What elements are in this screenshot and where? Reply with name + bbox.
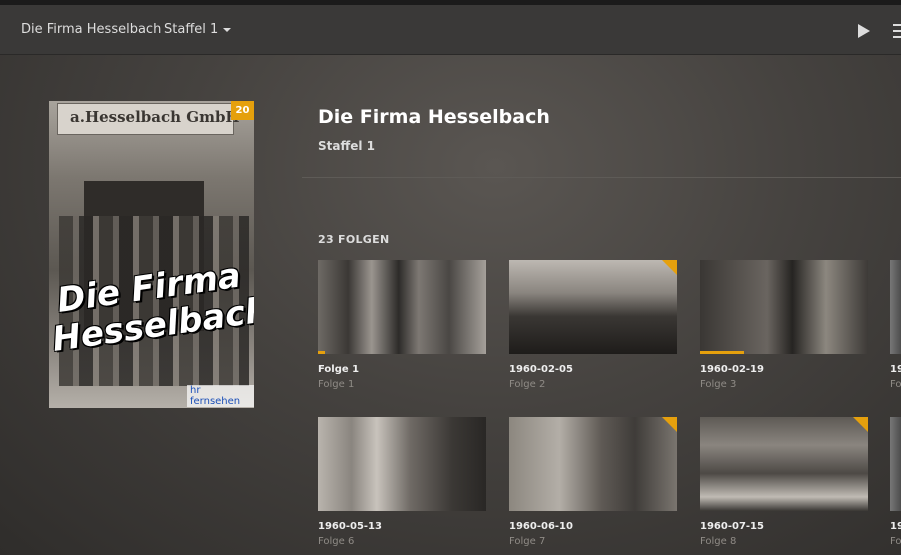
season-select-label: Staffel 1 [164, 22, 219, 37]
episode-subtitle: Folge 8 [700, 536, 737, 547]
episode-thumbnail[interactable] [318, 417, 486, 511]
episode-title[interactable]: 19 [890, 521, 901, 532]
episode-title[interactable]: 19 [890, 364, 901, 375]
episode-thumbnail[interactable] [700, 260, 868, 354]
breadcrumb-show-title[interactable]: Die Firma Hesselbach [21, 22, 161, 37]
episode-card[interactable]: 1960-05-13 Folge 6 [318, 417, 486, 547]
episode-thumbnail[interactable] [509, 417, 677, 511]
episode-subtitle: Folge 2 [509, 379, 546, 390]
episode-count: 23 FOLGEN [318, 233, 390, 246]
top-bar: Die Firma Hesselbach Staffel 1 [0, 5, 901, 55]
season-select[interactable]: Staffel 1 [164, 22, 232, 37]
season-poster[interactable]: a.Hesselbach GmbH Die Firma Hesselbach h… [49, 101, 254, 408]
unwatched-ribbon [662, 417, 677, 432]
episode-title[interactable]: 1960-02-19 [700, 364, 868, 375]
episode-subtitle: Folge 1 [318, 379, 355, 390]
episode-subtitle: Folge 7 [509, 536, 546, 547]
progress-bar [318, 351, 325, 354]
progress-bar [700, 351, 744, 354]
episode-thumbnail[interactable] [318, 260, 486, 354]
season-subtitle: Staffel 1 [318, 139, 375, 153]
episode-card[interactable]: 19 Fo [890, 417, 901, 547]
episode-subtitle: Fo [890, 536, 901, 547]
poster-brand: hr fernsehen [187, 385, 254, 407]
episode-title[interactable]: 1960-05-13 [318, 521, 486, 532]
episode-title[interactable]: Folge 1 [318, 364, 486, 375]
more-icon[interactable] [893, 24, 901, 38]
page-title[interactable]: Die Firma Hesselbach [318, 106, 550, 128]
episode-card[interactable]: 1960-02-05 Folge 2 [509, 260, 677, 390]
episode-card[interactable]: 19 Fo [890, 260, 901, 390]
poster-sign-text: a.Hesselbach GmbH [70, 108, 240, 126]
episode-card[interactable]: 1960-06-10 Folge 7 [509, 417, 677, 547]
episode-subtitle: Folge 6 [318, 536, 355, 547]
episode-title[interactable]: 1960-02-05 [509, 364, 677, 375]
episode-subtitle: Fo [890, 379, 901, 390]
episode-thumbnail[interactable] [890, 260, 901, 354]
episode-title[interactable]: 1960-07-15 [700, 521, 868, 532]
episode-card[interactable]: 1960-02-19 Folge 3 [700, 260, 868, 390]
episode-thumbnail[interactable] [890, 417, 901, 511]
unwatched-ribbon [853, 417, 868, 432]
unwatched-ribbon [662, 260, 677, 275]
play-icon[interactable] [858, 24, 870, 38]
episode-card[interactable]: Folge 1 Folge 1 [318, 260, 486, 390]
episode-subtitle: Folge 3 [700, 379, 737, 390]
chevron-down-icon [223, 27, 232, 32]
episode-title[interactable]: 1960-06-10 [509, 521, 677, 532]
episode-thumbnail[interactable] [509, 260, 677, 354]
divider [302, 177, 901, 178]
episode-thumbnail[interactable] [700, 417, 868, 511]
episode-card[interactable]: 1960-07-15 Folge 8 [700, 417, 868, 547]
unwatched-count-badge: 20 [231, 101, 254, 120]
poster-sign: a.Hesselbach GmbH [57, 103, 240, 135]
